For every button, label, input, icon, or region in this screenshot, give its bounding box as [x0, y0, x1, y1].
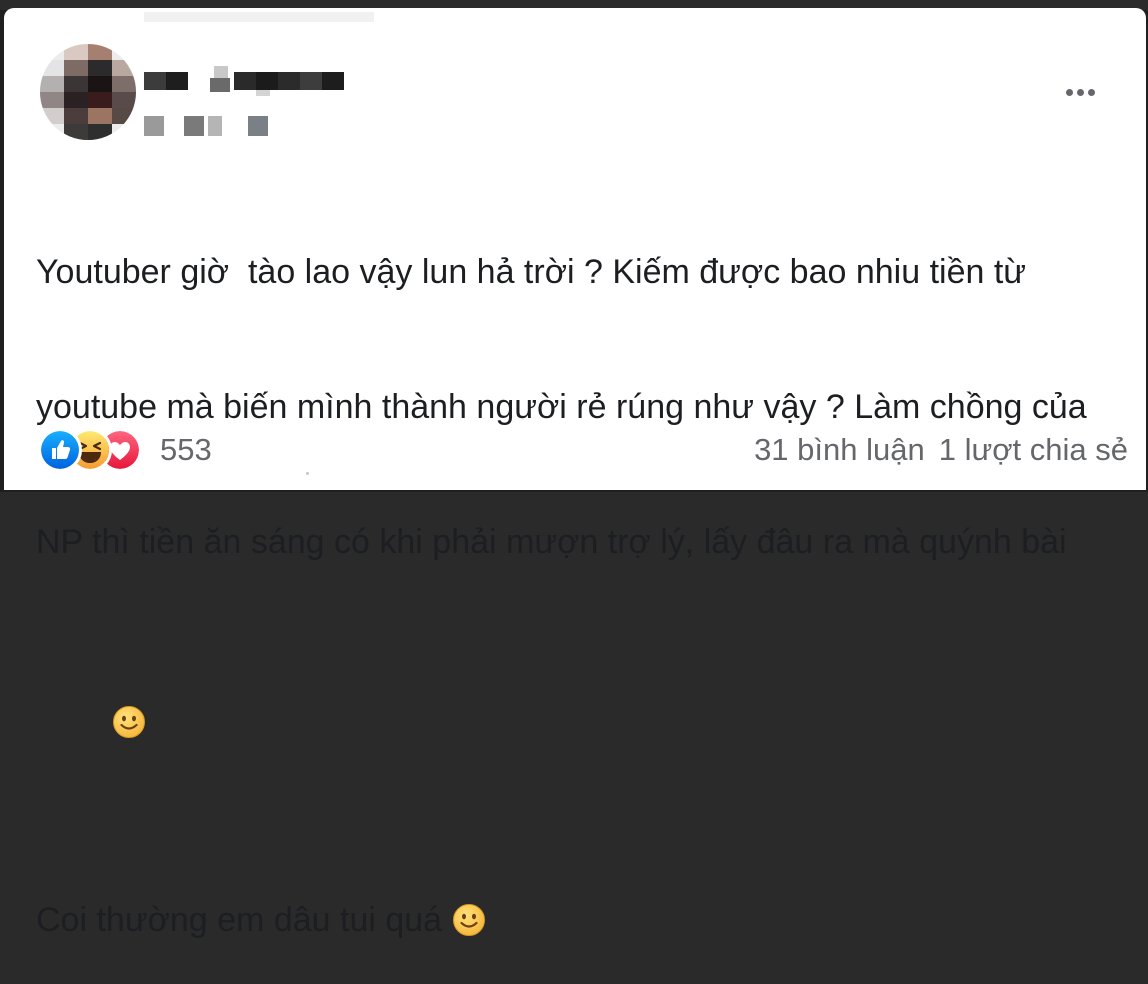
post-stats: 31 bình luận 1 lượt chia sẻ	[754, 432, 1128, 468]
post-footer: 553 31 bình luận 1 lượt chia sẻ	[38, 424, 1128, 476]
blurred-author-name[interactable]	[144, 66, 364, 101]
comments-count-link[interactable]: 31 bình luận	[754, 432, 925, 468]
post-text-line-5-text: Coi thường em dâu tui quá	[36, 901, 452, 939]
facebook-post-card: Youtuber giờ tào lao vậy lun hả trời ? K…	[4, 8, 1146, 939]
reactions-summary[interactable]: 553	[38, 428, 212, 472]
more-options-button[interactable]	[1058, 80, 1102, 104]
speck	[306, 472, 309, 475]
post-text-line-3: NP thì tiền ăn sáng có khi phải mượn trợ…	[36, 523, 1067, 561]
blurred-header-strip	[144, 12, 374, 22]
reaction-count: 553	[160, 432, 212, 467]
smiling-face-emoji-icon	[112, 706, 145, 738]
smiling-face-emoji-icon	[452, 904, 485, 936]
post-text-line-1: Youtuber giờ tào lao vậy lun hả trời ? K…	[36, 253, 1027, 291]
like-reaction-icon	[38, 428, 82, 472]
screenshot-frame: Youtuber giờ tào lao vậy lun hả trời ? K…	[0, 0, 1148, 939]
post-text-line-4	[36, 655, 1126, 790]
blurred-avatar[interactable]	[40, 44, 136, 140]
shares-count-link[interactable]: 1 lượt chia sẻ	[939, 432, 1128, 468]
post-text: Youtuber giờ tào lao vậy lun hả trời ? K…	[36, 160, 1126, 984]
post-text-line-5: Coi thường em dâu tui quá	[36, 898, 1126, 943]
more-horizontal-icon	[1064, 88, 1097, 96]
blurred-post-meta	[144, 116, 284, 143]
